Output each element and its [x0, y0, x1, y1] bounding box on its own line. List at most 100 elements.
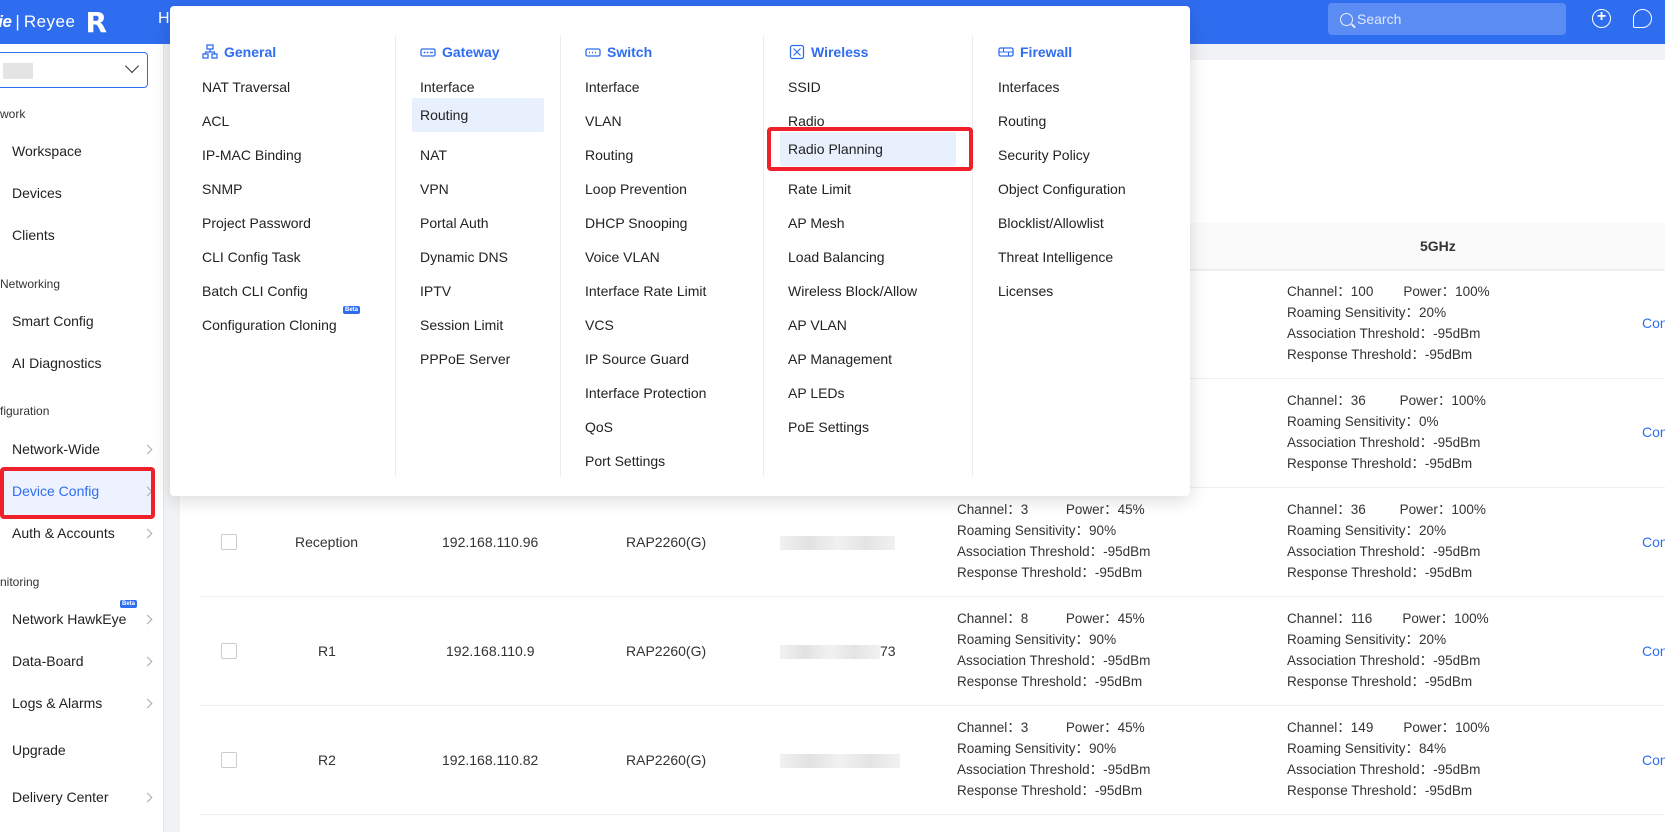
menu-item-portal-auth[interactable]: Portal Auth	[412, 206, 497, 240]
menu-item-ip-source-guard[interactable]: IP Source Guard	[577, 342, 697, 376]
menu-item-object-configuration[interactable]: Object Configuration	[990, 172, 1134, 206]
menu-item-threat-intelligence[interactable]: Threat Intelligence	[990, 240, 1121, 274]
menu-item-ap-mesh[interactable]: AP Mesh	[780, 206, 853, 240]
row-divider	[200, 596, 1665, 597]
network-topology-icon	[202, 44, 218, 60]
menu-item-vpn[interactable]: VPN	[412, 172, 457, 206]
menu-item-cli-config-task[interactable]: CLI Config Task	[194, 240, 309, 274]
sidebar-item-upgrade[interactable]: Upgrade	[12, 742, 66, 758]
menu-item-ap-vlan[interactable]: AP VLAN	[780, 308, 855, 342]
menu-item-rate-limit[interactable]: Rate Limit	[780, 172, 859, 206]
menu-item-pppoe-server[interactable]: PPPoE Server	[412, 342, 518, 376]
sidebar-item-devices[interactable]: Devices	[12, 185, 62, 201]
row3-config-link[interactable]: Con	[1642, 534, 1665, 550]
menu-item-security-policy[interactable]: Security Policy	[990, 138, 1098, 172]
menu-item-gateway-routing[interactable]: Routing	[412, 98, 544, 132]
menu-item-switch-interface[interactable]: Interface	[577, 70, 647, 104]
menu-item-load-balancing[interactable]: Load Balancing	[780, 240, 893, 274]
highlight-box-device-config	[0, 467, 155, 519]
menu-item-nat[interactable]: NAT	[412, 138, 455, 172]
row4-5g-params: Channel：116 Power：100% Roaming Sensitivi…	[1287, 611, 1489, 689]
top-nav-home[interactable]: H	[158, 10, 170, 28]
search-input[interactable]: Search	[1328, 3, 1566, 35]
section-configuration: figuration	[0, 404, 50, 418]
sidebar: work Workspace Devices Clients Networkin…	[0, 44, 164, 832]
chevron-down-icon	[124, 58, 140, 74]
menu-item-snmp[interactable]: SNMP	[194, 172, 250, 206]
menu-item-ip-mac-binding[interactable]: IP-MAC Binding	[194, 138, 310, 172]
sidebar-item-clients[interactable]: Clients	[12, 227, 55, 243]
menu-item-loop-prevention[interactable]: Loop Prevention	[577, 172, 695, 206]
row4-name: R1	[318, 643, 336, 659]
sidebar-item-workspace[interactable]: Workspace	[12, 143, 82, 159]
sidebar-item-delivery-center[interactable]: Delivery Center	[12, 789, 108, 805]
sidebar-item-data-board[interactable]: Data-Board	[12, 653, 84, 669]
row5-config-link[interactable]: Con	[1642, 752, 1665, 768]
menu-item-acl[interactable]: ACL	[194, 104, 237, 138]
menu-item-qos[interactable]: QoS	[577, 410, 621, 444]
menu-item-ap-management[interactable]: AP Management	[780, 342, 900, 376]
menu-item-firewall-interfaces[interactable]: Interfaces	[990, 70, 1067, 104]
row4-ip: 192.168.110.9	[446, 643, 535, 659]
menu-item-port-settings[interactable]: Port Settings	[577, 444, 673, 478]
menu-item-vcs[interactable]: VCS	[577, 308, 622, 342]
menu-item-voice-vlan[interactable]: Voice VLAN	[577, 240, 668, 274]
menu-item-iptv[interactable]: IPTV	[412, 274, 459, 308]
menu-item-configuration-cloning[interactable]: Configuration Cloning	[194, 308, 345, 342]
row4-config-link[interactable]: Con	[1642, 643, 1665, 659]
brand-logo[interactable]: jie | Reyee R	[0, 6, 107, 39]
beta-badge: Beta	[343, 306, 361, 314]
menu-item-project-password[interactable]: Project Password	[194, 206, 319, 240]
project-name-redacted	[3, 63, 33, 79]
menu-item-poe-settings[interactable]: PoE Settings	[780, 410, 877, 444]
menu-item-nat-traversal[interactable]: NAT Traversal	[194, 70, 298, 104]
menu-item-wireless-block-allow[interactable]: Wireless Block/Allow	[780, 274, 925, 308]
row2-5g-params: Channel：36 Power：100% Roaming Sensitivit…	[1287, 393, 1486, 471]
menu-item-firewall-routing[interactable]: Routing	[990, 104, 1054, 138]
project-select[interactable]	[0, 52, 148, 88]
row3-ip: 192.168.110.96	[442, 534, 539, 550]
row3-checkbox[interactable]	[221, 534, 237, 550]
row5-checkbox[interactable]	[221, 752, 237, 768]
row3-sn-redacted	[780, 536, 895, 550]
menu-item-switch-routing[interactable]: Routing	[577, 138, 641, 172]
menu-item-batch-cli-config[interactable]: Batch CLI Config	[194, 274, 316, 308]
sidebar-item-network-hawkeye[interactable]: Network HawkEye	[12, 611, 126, 627]
menu-item-ap-leds[interactable]: AP LEDs	[780, 376, 853, 410]
message-icon[interactable]	[1633, 9, 1652, 28]
menu-item-dhcp-snooping[interactable]: DHCP Snooping	[577, 206, 695, 240]
sidebar-item-auth-accounts[interactable]: Auth & Accounts	[12, 525, 115, 541]
add-icon[interactable]: +	[1592, 9, 1611, 28]
menu-item-blocklist-allowlist[interactable]: Blocklist/Allowlist	[990, 206, 1112, 240]
section-network: work	[0, 107, 26, 121]
menu-item-vlan[interactable]: VLAN	[577, 104, 630, 138]
brand-ruijie: jie	[0, 12, 12, 31]
menu-item-licenses[interactable]: Licenses	[990, 274, 1061, 308]
sidebar-item-network-wide[interactable]: Network-Wide	[12, 441, 100, 457]
row4-sn-redacted	[780, 645, 880, 659]
menu-item-dynamic-dns[interactable]: Dynamic DNS	[412, 240, 516, 274]
chevron-right-icon	[142, 614, 153, 625]
row2-config-link[interactable]: Con	[1642, 424, 1665, 440]
menu-item-ssid[interactable]: SSID	[780, 70, 829, 104]
search-placeholder: Search	[1357, 11, 1402, 27]
row5-name: R2	[318, 752, 336, 768]
menu-header-wireless: Wireless	[789, 44, 868, 60]
row1-config-link[interactable]: Con	[1642, 315, 1665, 331]
sidebar-item-smart-config[interactable]: Smart Config	[12, 313, 94, 329]
row4-24g-params: Channel：8 Power：45% Roaming Sensitivity：…	[957, 611, 1151, 689]
menu-header-general: General	[202, 44, 276, 60]
chevron-right-icon	[142, 444, 153, 455]
menu-item-interface-protection[interactable]: Interface Protection	[577, 376, 714, 410]
chevron-right-icon	[142, 656, 153, 667]
menu-item-interface-rate-limit[interactable]: Interface Rate Limit	[577, 274, 714, 308]
row4-checkbox[interactable]	[221, 643, 237, 659]
sidebar-item-logs-alarms[interactable]: Logs & Alarms	[12, 695, 102, 711]
section-networking: Networking	[0, 277, 61, 291]
row5-sn-redacted	[780, 754, 900, 768]
beta-badge: Beta	[120, 600, 138, 608]
sidebar-item-ai-diagnostics[interactable]: AI Diagnostics	[12, 355, 101, 371]
menu-header-firewall: Firewall	[998, 44, 1072, 60]
column-divider	[395, 36, 396, 476]
menu-item-session-limit[interactable]: Session Limit	[412, 308, 511, 342]
